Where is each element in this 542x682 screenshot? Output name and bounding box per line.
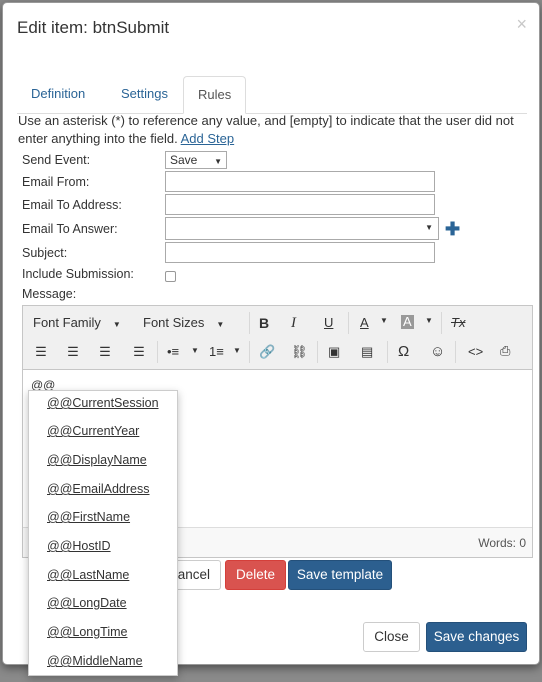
- font-sizes-label: Font Sizes: [143, 315, 205, 330]
- include-submission-label: Include Submission:: [22, 267, 134, 281]
- numbered-list-icon[interactable]: 1≡: [209, 344, 224, 359]
- modal-title: Edit item: btnSubmit: [17, 18, 170, 37]
- tab-bar: Definition Settings Rules: [17, 76, 527, 114]
- clear-format-button[interactable]: Tx: [451, 315, 465, 330]
- include-submission-checkbox[interactable]: [165, 271, 176, 282]
- autocomplete-item[interactable]: @@DisplayName: [47, 453, 147, 467]
- editor-toolbar: Font Family ▼ Font Sizes ▼ B I U A ▼ A ▼ T…: [23, 306, 532, 370]
- email-from-input[interactable]: [165, 171, 435, 192]
- align-right-icon[interactable]: ☰: [97, 344, 113, 360]
- chevron-down-icon[interactable]: ▼: [425, 316, 433, 325]
- chevron-down-icon: ▼: [112, 320, 121, 329]
- subject-input[interactable]: [165, 242, 435, 263]
- bold-button[interactable]: B: [259, 315, 269, 331]
- divider: [317, 341, 318, 363]
- font-color-button[interactable]: A: [360, 315, 369, 330]
- message-label: Message:: [22, 287, 77, 301]
- autocomplete-item[interactable]: @@EmailAddress: [47, 482, 150, 496]
- send-event-label: Send Event:: [22, 153, 91, 167]
- send-event-value: Save: [170, 153, 198, 167]
- autocomplete-item[interactable]: @@LongTime: [47, 625, 128, 639]
- divider: [249, 341, 250, 363]
- bullet-list-icon[interactable]: •≡: [167, 344, 179, 359]
- image-search-icon[interactable]: ▤: [361, 344, 373, 360]
- close-button[interactable]: Close: [363, 622, 420, 652]
- divider: [441, 312, 442, 334]
- font-family-dropdown[interactable]: Font Family ▼: [33, 315, 121, 330]
- save-changes-button[interactable]: Save changes: [426, 622, 527, 652]
- tab-definition[interactable]: Definition: [17, 76, 99, 114]
- font-sizes-dropdown[interactable]: Font Sizes ▼: [143, 315, 224, 330]
- close-icon[interactable]: ×: [516, 14, 527, 35]
- divider: [249, 312, 250, 334]
- email-to-address-label: Email To Address:: [22, 198, 122, 212]
- autocomplete-item[interactable]: @@MiddleName: [47, 654, 143, 668]
- help-text: Use an asterisk (*) to reference any val…: [18, 112, 530, 148]
- source-code-button[interactable]: <>: [468, 344, 483, 359]
- autocomplete-dropdown: @@CurrentSession @@CurrentYear @@Display…: [28, 390, 178, 676]
- italic-button[interactable]: I: [291, 315, 296, 332]
- save-template-button[interactable]: Save template: [288, 560, 392, 590]
- font-family-label: Font Family: [33, 315, 101, 330]
- align-justify-icon[interactable]: ☰: [131, 344, 147, 360]
- emoji-icon[interactable]: ☺: [430, 343, 445, 360]
- chevron-down-icon: ▼: [425, 223, 433, 232]
- autocomplete-item[interactable]: @@HostID: [47, 539, 111, 553]
- chevron-down-icon[interactable]: ▼: [380, 316, 388, 325]
- email-to-answer-select[interactable]: ▼: [165, 217, 439, 240]
- divider: [157, 341, 158, 363]
- divider: [348, 312, 349, 334]
- delete-button[interactable]: Delete: [225, 560, 286, 590]
- email-to-address-input[interactable]: [165, 194, 435, 215]
- divider: [455, 341, 456, 363]
- unlink-icon[interactable]: ⛓: [291, 344, 308, 360]
- autocomplete-item[interactable]: @@LongDate: [47, 596, 127, 610]
- word-count: Words: 0: [478, 536, 526, 550]
- add-icon[interactable]: ✚: [445, 219, 460, 240]
- email-to-answer-label: Email To Answer:: [22, 222, 118, 236]
- subject-label: Subject:: [22, 246, 68, 260]
- autocomplete-item[interactable]: @@LastName: [47, 568, 129, 582]
- divider: [387, 341, 388, 363]
- tab-rules[interactable]: Rules: [183, 76, 247, 114]
- image-icon[interactable]: ▣: [328, 344, 340, 360]
- send-event-select[interactable]: Save ▼: [165, 151, 227, 169]
- chevron-down-icon[interactable]: ▼: [191, 346, 199, 355]
- align-center-icon[interactable]: ☰: [65, 344, 81, 360]
- help-description: Use an asterisk (*) to reference any val…: [18, 113, 514, 146]
- print-icon[interactable]: ⎙: [500, 343, 510, 359]
- autocomplete-item[interactable]: @@FirstName: [47, 510, 130, 524]
- special-character-button[interactable]: Ω: [398, 343, 409, 360]
- chevron-down-icon: ▼: [214, 157, 222, 166]
- autocomplete-item[interactable]: @@CurrentSession: [47, 396, 159, 410]
- chevron-down-icon: ▼: [216, 320, 225, 329]
- chevron-down-icon[interactable]: ▼: [233, 346, 241, 355]
- autocomplete-item[interactable]: @@CurrentYear: [47, 424, 139, 438]
- underline-button[interactable]: U: [324, 315, 333, 330]
- align-left-icon[interactable]: ☰: [33, 344, 49, 360]
- add-step-link[interactable]: Add Step: [181, 131, 235, 146]
- tab-settings[interactable]: Settings: [107, 76, 182, 114]
- link-icon[interactable]: 🔗: [259, 344, 275, 360]
- email-from-label: Email From:: [22, 175, 90, 189]
- background-color-button[interactable]: A: [401, 315, 414, 329]
